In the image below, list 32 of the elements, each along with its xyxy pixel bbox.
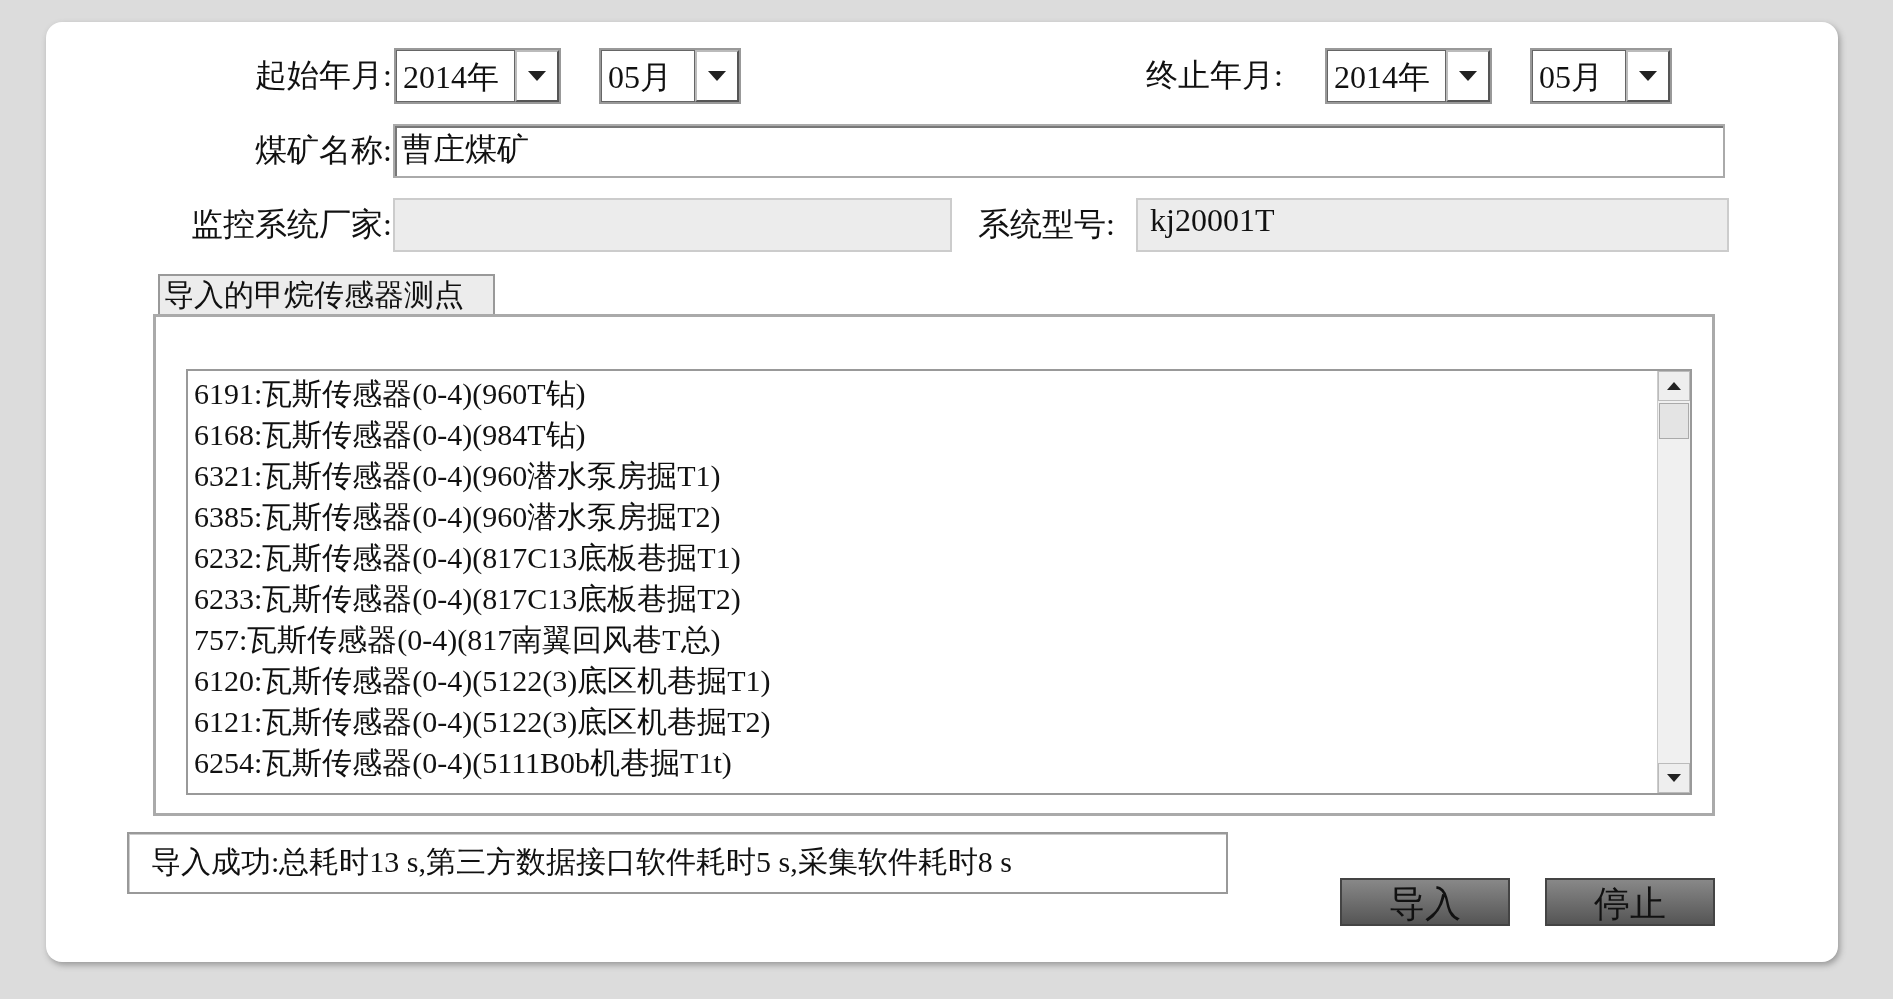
month-dropdown[interactable]: 05月 bbox=[599, 48, 741, 104]
list-item[interactable]: 6121:瓦斯传感器(0-4)(5122(3)底区机巷掘T2) bbox=[194, 701, 1651, 742]
list-item[interactable]: 6233:瓦斯传感器(0-4)(817C13底板巷掘T2) bbox=[194, 578, 1651, 619]
dropdown-arrow-icon bbox=[1639, 71, 1657, 81]
list-item[interactable]: 6321:瓦斯传感器(0-4)(960潜水泵房掘T1) bbox=[194, 455, 1651, 496]
list-item[interactable]: 6385:瓦斯传感器(0-4)(960潜水泵房掘T2) bbox=[194, 496, 1651, 537]
field-label: 煤矿名称: bbox=[254, 131, 392, 170]
scroll-thumb[interactable] bbox=[1659, 403, 1689, 439]
list-item[interactable]: 6168:瓦斯传感器(0-4)(984T钻) bbox=[194, 414, 1651, 455]
list-item[interactable]: 6232:瓦斯传感器(0-4)(817C13底板巷掘T1) bbox=[194, 537, 1651, 578]
year-dropdown[interactable]: 2014年 bbox=[394, 48, 561, 104]
scrollbar[interactable] bbox=[1657, 371, 1690, 793]
list-item[interactable]: 6191:瓦斯传感器(0-4)(960T钻) bbox=[194, 373, 1651, 414]
scroll-up-icon bbox=[1667, 382, 1681, 390]
dropdown-arrow-icon bbox=[708, 71, 726, 81]
mine-name-field[interactable]: 曹庄煤矿 bbox=[393, 124, 1725, 178]
field-label: 监控系统厂家: bbox=[190, 205, 392, 244]
status-message: 导入成功:总耗时13 s,第三方数据接口软件耗时5 s,采集软件耗时8 s bbox=[127, 832, 1228, 894]
field-label: 终止年月: bbox=[1145, 56, 1283, 95]
field-label: 系统型号: bbox=[978, 205, 1116, 244]
list-item[interactable]: 6254:瓦斯传感器(0-4)(5111B0b机巷掘T1t) bbox=[194, 742, 1651, 783]
month-dropdown[interactable]: 05月 bbox=[1530, 48, 1672, 104]
list-item[interactable]: 6120:瓦斯传感器(0-4)(5122(3)底区机巷掘T1) bbox=[194, 660, 1651, 701]
action-button[interactable]: 停止 bbox=[1545, 878, 1715, 926]
year-dropdown[interactable]: 2014年 bbox=[1325, 48, 1492, 104]
field-label: 起始年月: bbox=[254, 56, 392, 95]
dropdown-arrow-icon bbox=[528, 71, 546, 81]
group-tab[interactable]: 导入的甲烷传感器测点 bbox=[158, 274, 495, 314]
list-item[interactable]: 757:瓦斯传感器(0-4)(817南翼回风巷T总) bbox=[194, 619, 1651, 660]
action-button[interactable]: 导入 bbox=[1340, 878, 1510, 926]
dropdown-arrow-icon bbox=[1459, 71, 1477, 81]
scroll-down-icon bbox=[1667, 774, 1681, 782]
